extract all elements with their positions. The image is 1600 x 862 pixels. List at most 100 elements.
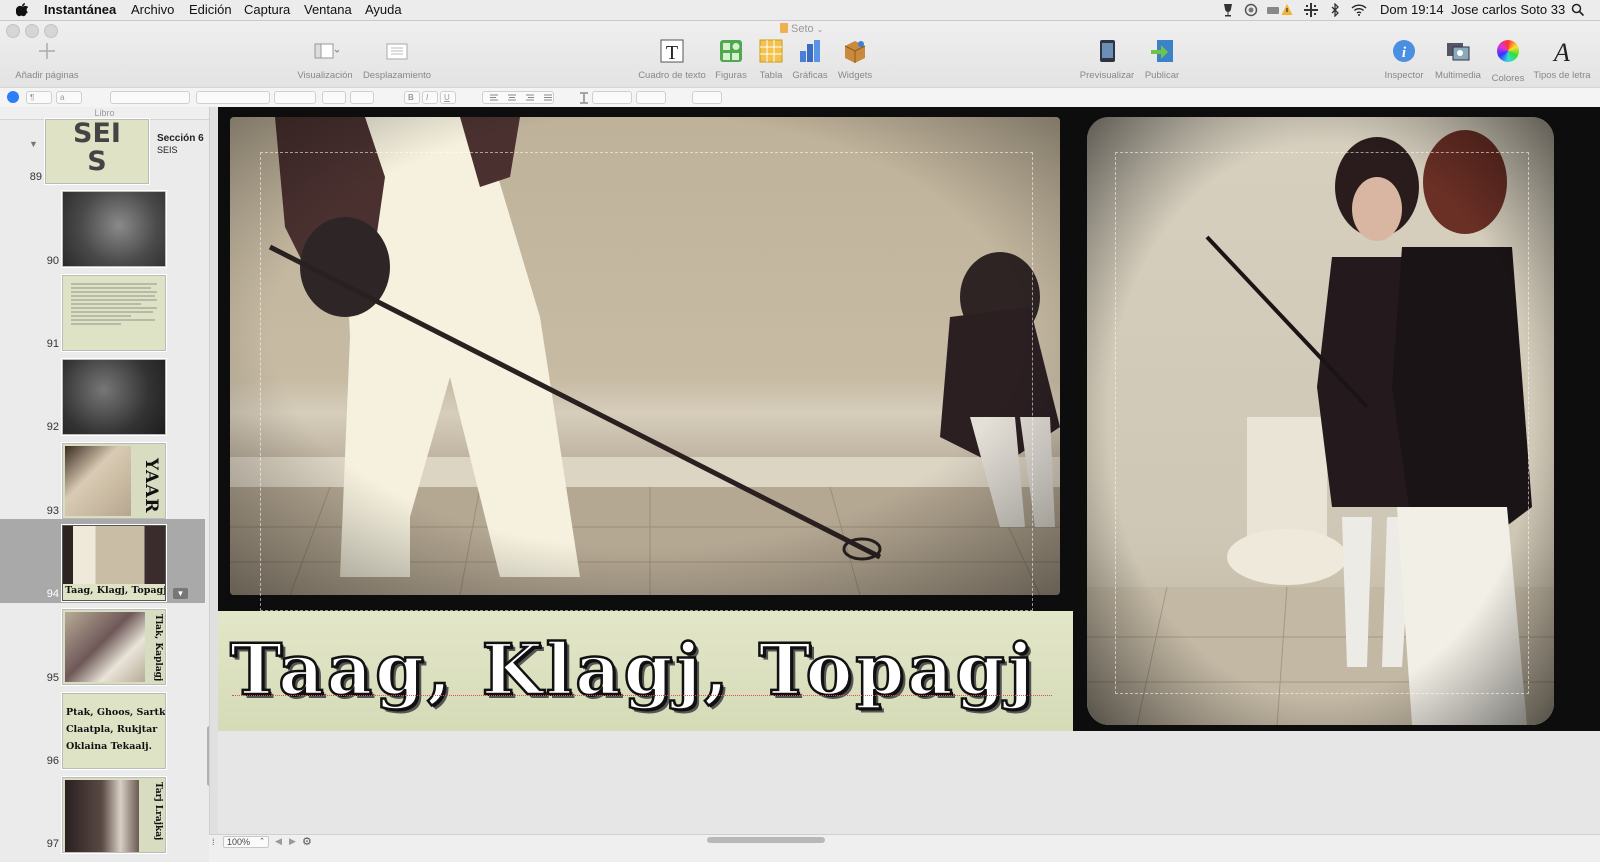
underline-button[interactable]: U (440, 91, 456, 104)
thumbnail-vertical-text: Tarj Lrajkaj (153, 782, 163, 841)
font-size-select[interactable] (274, 91, 316, 104)
gear-icon[interactable]: ⚙ (302, 835, 312, 848)
page-thumbnail[interactable]: Ptak, Ghoos, Sartk Claatpla, Rukjtar Okl… (62, 693, 166, 769)
color-wheel-icon (1494, 40, 1522, 68)
page-spread: Taag, Klagj, Topagj (218, 107, 1600, 731)
text-frame-guide (260, 152, 1033, 611)
drive-icon[interactable] (1266, 3, 1280, 17)
preview-button[interactable]: Previsualizar (1078, 37, 1136, 81)
page-thumbnail[interactable] (62, 191, 166, 267)
wrap-button[interactable]: Desplazamiento (360, 37, 434, 81)
page-thumbnail[interactable] (62, 275, 166, 351)
page-thumbnail-selected[interactable]: Taag, Klagj, Topagj (62, 525, 166, 601)
thumbnail-vertical-text: YAAR (141, 458, 161, 514)
previous-page-icon[interactable]: ◀ (275, 836, 282, 847)
close-window-button[interactable] (6, 24, 20, 38)
wine-glass-icon[interactable] (1221, 3, 1235, 17)
table-button[interactable]: Tabla (756, 37, 786, 81)
zoom-select[interactable]: 100% ⌃ (223, 836, 269, 848)
spotlight-search-icon[interactable] (1571, 3, 1585, 17)
grid-menu-icon[interactable] (1304, 3, 1318, 17)
apple-menu-icon[interactable] (16, 3, 28, 17)
format-bar: ¶ a B I U (0, 87, 1600, 108)
thumbnail-text-line: Ptak, Ghoos, Sartk (66, 707, 166, 718)
page-thumbnail[interactable] (62, 359, 166, 435)
text-frame-guide (1115, 152, 1529, 694)
page-options-chevron-icon[interactable]: ▼ (173, 588, 188, 599)
media-button[interactable]: Multimedia (1430, 37, 1486, 81)
svg-text:A: A (1552, 38, 1570, 65)
warning-icon[interactable] (1281, 3, 1293, 16)
widgets-button[interactable]: Widgets (835, 37, 875, 81)
alignment-buttons[interactable] (482, 91, 554, 104)
page-thumbnail[interactable]: Tlak, Kaplagj (62, 609, 166, 685)
menu-ventana[interactable]: Ventana (304, 2, 352, 17)
character-style-select[interactable]: a (56, 91, 82, 104)
user-name[interactable]: Jose carlos Soto 33 (1451, 2, 1565, 17)
font-style-select[interactable] (196, 91, 270, 104)
page-number: 94 (46, 588, 59, 600)
next-page-icon[interactable]: ▶ (289, 836, 296, 847)
list-style-select[interactable] (692, 91, 722, 104)
disclosure-triangle-icon[interactable]: ▼ (29, 139, 38, 149)
view-button[interactable]: Visualización (295, 37, 355, 81)
italic-button[interactable]: I (422, 91, 438, 104)
publish-button[interactable]: Publicar (1142, 37, 1182, 81)
horizontal-scrollbar[interactable] (707, 837, 825, 843)
font-family-select[interactable] (110, 91, 190, 104)
cloud-sync-icon[interactable] (1243, 3, 1259, 17)
page-thumbnail[interactable]: Tarj Lrajkaj (62, 777, 166, 853)
bar-chart-icon (796, 37, 824, 65)
thumbnail-image (65, 780, 139, 852)
line-spacing-select[interactable] (592, 91, 632, 104)
document-canvas: Taag, Klagj, Topagj (218, 107, 1600, 834)
menu-ayuda[interactable]: Ayuda (365, 2, 402, 17)
colors-button[interactable]: Colores (1490, 37, 1526, 84)
highlight-color-well[interactable] (350, 91, 374, 104)
page-caption[interactable]: Taag, Klagj, Topagj (229, 615, 1070, 725)
charts-button[interactable]: Gráficas (789, 37, 831, 81)
window-title: Seto ⌄ (780, 23, 823, 35)
thumbnail-image (65, 446, 131, 516)
bold-button[interactable]: B (404, 91, 420, 104)
media-icon (1444, 37, 1472, 65)
add-pages-button[interactable]: Añadir páginas (14, 37, 80, 81)
style-drawer-icon[interactable] (7, 91, 19, 103)
paragraph-style-select[interactable]: ¶ (26, 91, 52, 104)
menu-archivo[interactable]: Archivo (131, 2, 174, 17)
text-color-well[interactable] (322, 91, 346, 104)
section-subtitle: SEIS (157, 145, 178, 155)
menu-bar: Instantánea Archivo Edición Captura Vent… (0, 0, 1600, 21)
fonts-button[interactable]: A Tipos de letra (1530, 37, 1594, 81)
svg-text:T: T (666, 42, 678, 64)
thumbnail-text-line: Claatpla, Rukjtar (66, 724, 158, 735)
inspector-button[interactable]: i Inspector (1381, 37, 1427, 81)
columns-select[interactable] (636, 91, 666, 104)
bluetooth-icon[interactable] (1329, 3, 1341, 17)
table-icon (757, 37, 785, 65)
menu-edicion[interactable]: Edición (189, 2, 232, 17)
app-menu[interactable]: Instantánea (44, 2, 116, 17)
thumbnail-image (65, 612, 145, 682)
menu-captura[interactable]: Captura (244, 2, 290, 17)
document-icon (780, 23, 788, 33)
page-thumbnail[interactable]: YAAR (62, 443, 166, 519)
wifi-icon[interactable] (1351, 3, 1367, 16)
shapes-icon (717, 37, 745, 65)
textbox-button[interactable]: T Cuadro de texto (636, 37, 708, 81)
zoom-window-button[interactable] (44, 24, 58, 38)
fonts-icon: A (1548, 37, 1576, 67)
minimize-window-button[interactable] (25, 24, 39, 38)
publish-icon (1148, 37, 1176, 65)
page-number: 97 (46, 838, 59, 850)
align-icons (490, 94, 552, 101)
resize-handle-icon[interactable]: ⁞ (212, 837, 215, 847)
page-number: 93 (46, 505, 59, 517)
toolbar: Seto ⌄ Añadir páginas Visualización Desp… (0, 21, 1600, 87)
text-wrap-icon (383, 37, 411, 65)
clock[interactable]: Dom 19:14 (1380, 2, 1444, 17)
section-thumbnail[interactable]: SEI S (45, 119, 149, 184)
thumbnail-image (63, 526, 165, 584)
tablet-preview-icon (1093, 37, 1121, 65)
shapes-button[interactable]: Figuras (713, 37, 749, 81)
